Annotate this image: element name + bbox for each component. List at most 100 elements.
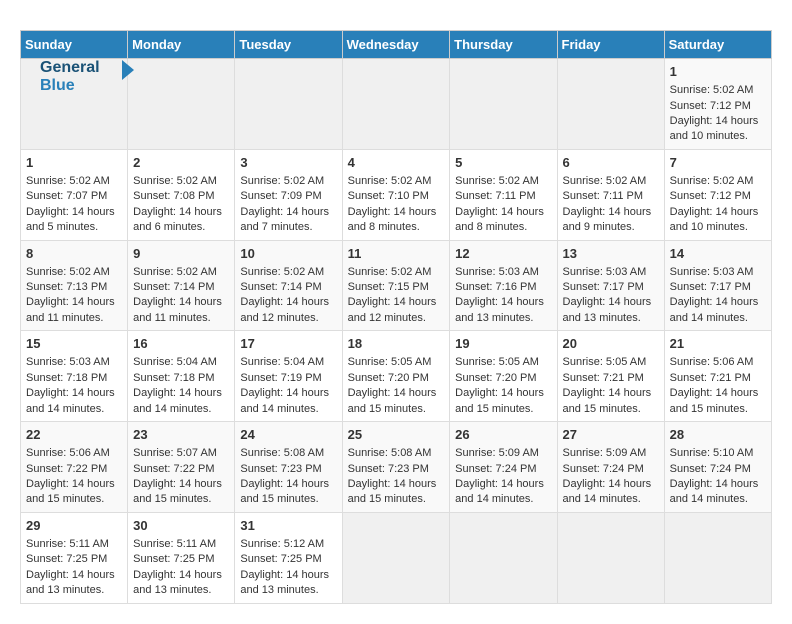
calendar-cell: 10 Sunrise: 5:02 AM Sunset: 7:14 PM Dayl… bbox=[235, 240, 342, 331]
day-number: 6 bbox=[563, 154, 659, 172]
sunrise-text: Sunrise: 5:02 AM bbox=[133, 266, 217, 278]
sunrise-text: Sunrise: 5:11 AM bbox=[26, 538, 109, 550]
calendar-cell bbox=[342, 512, 450, 603]
calendar-cell: 9 Sunrise: 5:02 AM Sunset: 7:14 PM Dayli… bbox=[128, 240, 235, 331]
sunrise-text: Sunrise: 5:07 AM bbox=[133, 447, 217, 459]
sunset-text: Sunset: 7:18 PM bbox=[133, 372, 214, 384]
sunset-text: Sunset: 7:21 PM bbox=[670, 372, 751, 384]
day-number: 21 bbox=[670, 335, 766, 353]
calendar-cell: 23 Sunrise: 5:07 AM Sunset: 7:22 PM Dayl… bbox=[128, 422, 235, 513]
daylight-text: Daylight: 14 hours and 15 minutes. bbox=[133, 478, 222, 505]
day-number: 20 bbox=[563, 335, 659, 353]
sunset-text: Sunset: 7:09 PM bbox=[240, 190, 321, 202]
sunrise-text: Sunrise: 5:04 AM bbox=[133, 356, 217, 368]
sunrise-text: Sunrise: 5:05 AM bbox=[563, 356, 647, 368]
sunrise-text: Sunrise: 5:02 AM bbox=[348, 175, 432, 187]
sunset-text: Sunset: 7:24 PM bbox=[563, 463, 644, 475]
calendar-cell: 2 Sunrise: 5:02 AM Sunset: 7:08 PM Dayli… bbox=[128, 149, 235, 240]
day-number: 22 bbox=[26, 426, 122, 444]
sunrise-text: Sunrise: 5:09 AM bbox=[563, 447, 647, 459]
calendar-cell: 14 Sunrise: 5:03 AM Sunset: 7:17 PM Dayl… bbox=[664, 240, 771, 331]
sunrise-text: Sunrise: 5:02 AM bbox=[26, 175, 110, 187]
sunset-text: Sunset: 7:25 PM bbox=[26, 553, 107, 565]
calendar-cell: 20 Sunrise: 5:05 AM Sunset: 7:21 PM Dayl… bbox=[557, 331, 664, 422]
day-number: 18 bbox=[348, 335, 445, 353]
sunset-text: Sunset: 7:25 PM bbox=[133, 553, 214, 565]
sunset-text: Sunset: 7:14 PM bbox=[133, 281, 214, 293]
daylight-text: Daylight: 14 hours and 14 minutes. bbox=[455, 478, 544, 505]
calendar-week-row: 15 Sunrise: 5:03 AM Sunset: 7:18 PM Dayl… bbox=[21, 331, 772, 422]
sunset-text: Sunset: 7:16 PM bbox=[455, 281, 536, 293]
calendar-cell: 27 Sunrise: 5:09 AM Sunset: 7:24 PM Dayl… bbox=[557, 422, 664, 513]
calendar-cell: 31 Sunrise: 5:12 AM Sunset: 7:25 PM Dayl… bbox=[235, 512, 342, 603]
day-number: 31 bbox=[240, 517, 336, 535]
calendar-cell: 8 Sunrise: 5:02 AM Sunset: 7:13 PM Dayli… bbox=[21, 240, 128, 331]
calendar-cell: 15 Sunrise: 5:03 AM Sunset: 7:18 PM Dayl… bbox=[21, 331, 128, 422]
calendar-week-row: 29 Sunrise: 5:11 AM Sunset: 7:25 PM Dayl… bbox=[21, 512, 772, 603]
sunrise-text: Sunrise: 5:02 AM bbox=[240, 175, 324, 187]
sunset-text: Sunset: 7:23 PM bbox=[348, 463, 429, 475]
calendar-cell: 5 Sunrise: 5:02 AM Sunset: 7:11 PM Dayli… bbox=[450, 149, 557, 240]
day-number: 9 bbox=[133, 245, 229, 263]
daylight-text: Daylight: 14 hours and 8 minutes. bbox=[348, 206, 437, 233]
sunset-text: Sunset: 7:20 PM bbox=[455, 372, 536, 384]
daylight-text: Daylight: 14 hours and 15 minutes. bbox=[26, 478, 115, 505]
sunset-text: Sunset: 7:19 PM bbox=[240, 372, 321, 384]
sunrise-text: Sunrise: 5:03 AM bbox=[26, 356, 110, 368]
calendar-cell bbox=[235, 59, 342, 150]
daylight-text: Daylight: 14 hours and 13 minutes. bbox=[240, 569, 329, 596]
calendar-cell: 16 Sunrise: 5:04 AM Sunset: 7:18 PM Dayl… bbox=[128, 331, 235, 422]
calendar-cell: 6 Sunrise: 5:02 AM Sunset: 7:11 PM Dayli… bbox=[557, 149, 664, 240]
day-number: 17 bbox=[240, 335, 336, 353]
daylight-text: Daylight: 14 hours and 13 minutes. bbox=[133, 569, 222, 596]
day-number: 4 bbox=[348, 154, 445, 172]
calendar-cell: 11 Sunrise: 5:02 AM Sunset: 7:15 PM Dayl… bbox=[342, 240, 450, 331]
day-number: 27 bbox=[563, 426, 659, 444]
daylight-text: Daylight: 14 hours and 14 minutes. bbox=[670, 296, 759, 323]
calendar-week-row: 8 Sunrise: 5:02 AM Sunset: 7:13 PM Dayli… bbox=[21, 240, 772, 331]
daylight-text: Daylight: 14 hours and 15 minutes. bbox=[348, 387, 437, 414]
header-day-wednesday: Wednesday bbox=[342, 31, 450, 59]
calendar-cell bbox=[664, 512, 771, 603]
day-number: 24 bbox=[240, 426, 336, 444]
day-number: 28 bbox=[670, 426, 766, 444]
day-number: 1 bbox=[26, 154, 122, 172]
header-day-friday: Friday bbox=[557, 31, 664, 59]
day-number: 15 bbox=[26, 335, 122, 353]
sunrise-text: Sunrise: 5:10 AM bbox=[670, 447, 754, 459]
calendar-cell: 7 Sunrise: 5:02 AM Sunset: 7:12 PM Dayli… bbox=[664, 149, 771, 240]
sunset-text: Sunset: 7:15 PM bbox=[348, 281, 429, 293]
day-number: 29 bbox=[26, 517, 122, 535]
sunset-text: Sunset: 7:22 PM bbox=[26, 463, 107, 475]
sunrise-text: Sunrise: 5:02 AM bbox=[26, 266, 110, 278]
sunset-text: Sunset: 7:13 PM bbox=[26, 281, 107, 293]
calendar-week-row: 22 Sunrise: 5:06 AM Sunset: 7:22 PM Dayl… bbox=[21, 422, 772, 513]
sunset-text: Sunset: 7:14 PM bbox=[240, 281, 321, 293]
header-day-saturday: Saturday bbox=[664, 31, 771, 59]
calendar-cell: 26 Sunrise: 5:09 AM Sunset: 7:24 PM Dayl… bbox=[450, 422, 557, 513]
sunset-text: Sunset: 7:24 PM bbox=[670, 463, 751, 475]
day-number: 2 bbox=[133, 154, 229, 172]
daylight-text: Daylight: 14 hours and 10 minutes. bbox=[670, 115, 759, 142]
sunrise-text: Sunrise: 5:04 AM bbox=[240, 356, 324, 368]
header-day-thursday: Thursday bbox=[450, 31, 557, 59]
daylight-text: Daylight: 14 hours and 7 minutes. bbox=[240, 206, 329, 233]
sunset-text: Sunset: 7:10 PM bbox=[348, 190, 429, 202]
day-number: 30 bbox=[133, 517, 229, 535]
daylight-text: Daylight: 14 hours and 14 minutes. bbox=[240, 387, 329, 414]
day-number: 16 bbox=[133, 335, 229, 353]
calendar-cell: 13 Sunrise: 5:03 AM Sunset: 7:17 PM Dayl… bbox=[557, 240, 664, 331]
daylight-text: Daylight: 14 hours and 14 minutes. bbox=[26, 387, 115, 414]
sunset-text: Sunset: 7:18 PM bbox=[26, 372, 107, 384]
day-number: 5 bbox=[455, 154, 551, 172]
daylight-text: Daylight: 14 hours and 15 minutes. bbox=[563, 387, 652, 414]
day-number: 1 bbox=[670, 63, 766, 81]
calendar-cell: 12 Sunrise: 5:03 AM Sunset: 7:16 PM Dayl… bbox=[450, 240, 557, 331]
sunset-text: Sunset: 7:21 PM bbox=[563, 372, 644, 384]
sunrise-text: Sunrise: 5:03 AM bbox=[670, 266, 754, 278]
sunset-text: Sunset: 7:24 PM bbox=[455, 463, 536, 475]
daylight-text: Daylight: 14 hours and 14 minutes. bbox=[563, 478, 652, 505]
sunrise-text: Sunrise: 5:02 AM bbox=[133, 175, 217, 187]
sunrise-text: Sunrise: 5:02 AM bbox=[563, 175, 647, 187]
sunrise-text: Sunrise: 5:12 AM bbox=[240, 538, 324, 550]
